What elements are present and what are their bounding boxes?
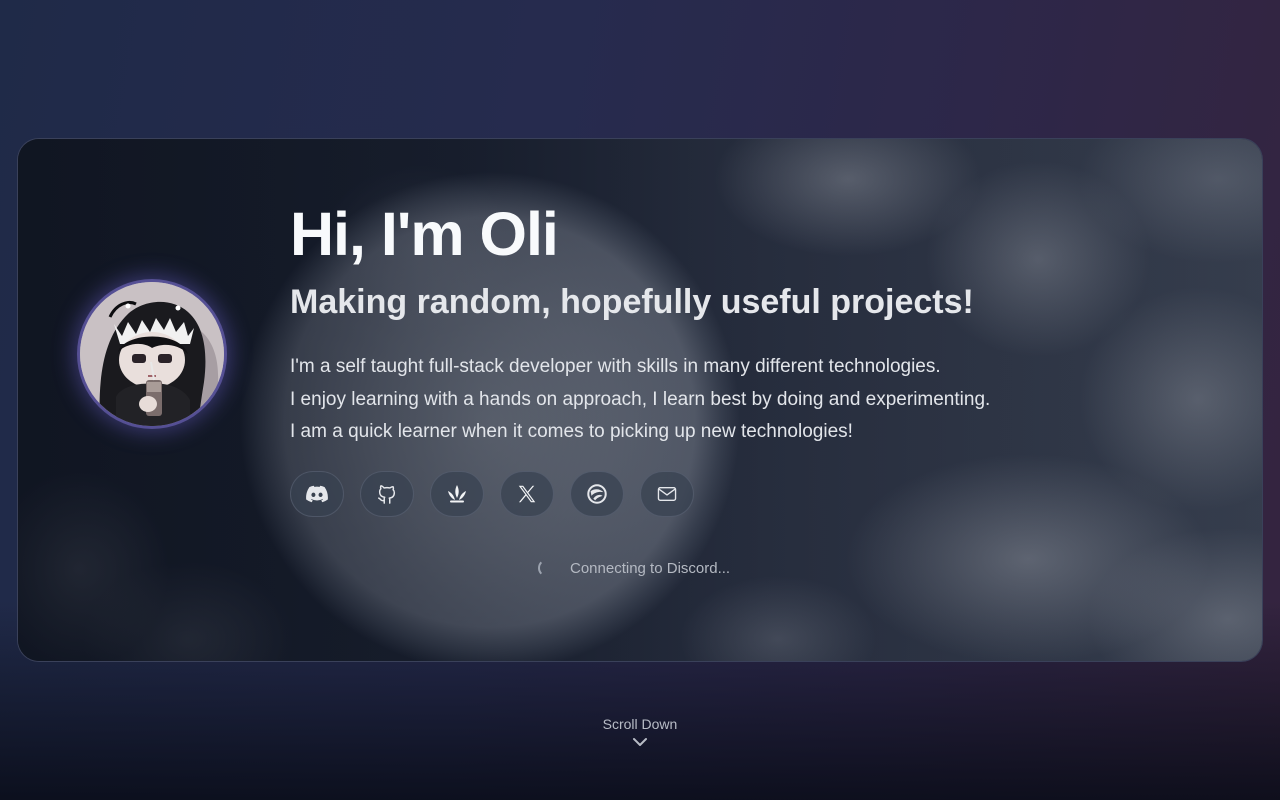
hero-card: Hi, I'm Oli Making random, hopefully use…	[17, 138, 1263, 662]
page-subtitle: Making random, hopefully useful projects…	[290, 283, 974, 321]
mail-icon	[657, 486, 677, 501]
discord-button[interactable]	[290, 470, 344, 517]
page-title: Hi, I'm Oli	[290, 200, 559, 268]
avatar	[80, 282, 224, 426]
globe-icon	[587, 483, 607, 504]
x-icon	[518, 485, 536, 502]
globe-button[interactable]	[570, 470, 624, 517]
github-icon	[378, 484, 396, 504]
github-button[interactable]	[360, 470, 414, 517]
intro-content: Hi, I'm Oli Making random, hopefully use…	[290, 199, 1190, 517]
crown-button[interactable]	[430, 470, 484, 517]
avatar-illustration	[80, 282, 224, 426]
chevron-down-icon	[633, 738, 647, 746]
x-button[interactable]	[500, 470, 554, 517]
discord-icon	[306, 485, 328, 502]
bio-line: I'm a self taught full-stack developer w…	[290, 356, 941, 377]
mail-button[interactable]	[640, 470, 694, 517]
social-links	[290, 470, 1190, 517]
bio: I'm a self taught full-stack developer w…	[290, 351, 1190, 449]
scroll-down-button[interactable]: Scroll Down	[0, 716, 1280, 748]
bio-line: I enjoy learning with a hands on approac…	[290, 388, 991, 410]
status-text: Connecting to Discord...	[570, 559, 731, 577]
loading-spinner-icon	[538, 559, 556, 577]
crown-icon	[448, 484, 466, 502]
discord-status: Connecting to Discord...	[538, 559, 730, 577]
scroll-down-label: Scroll Down	[602, 716, 678, 732]
bio-line: I am a quick learner when it comes to pi…	[290, 421, 853, 442]
